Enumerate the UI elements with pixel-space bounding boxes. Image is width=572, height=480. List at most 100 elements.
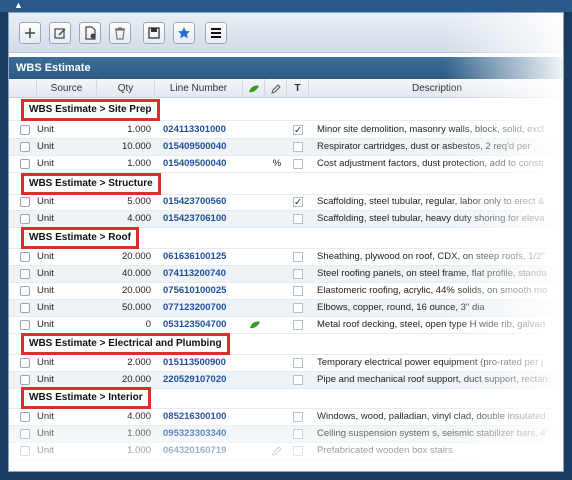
row-select-checkbox[interactable] [20,214,30,224]
line-number-cell[interactable]: 015423700560 [163,194,253,210]
star-icon [178,27,190,39]
t-checkbox[interactable] [293,412,303,422]
t-checkbox[interactable] [293,159,303,169]
table-row[interactable]: Unit 50.000 077123200700 Elbows, copper, ro… [9,300,563,317]
row-select-checkbox[interactable] [20,125,30,135]
line-number-cell[interactable]: 015423706100 [163,211,253,227]
row-select-checkbox[interactable] [20,303,30,313]
group-header[interactable]: WBS Estimate > Structure [21,173,161,195]
add-button[interactable] [19,22,41,44]
description-cell: Minor site demolition, masonry walls, bl… [317,124,545,135]
line-number-cell[interactable]: 064320160719 [163,443,253,459]
line-number-cell[interactable]: 085216300100 [163,409,253,425]
table-row[interactable]: Unit 1.000 064320160719 Prefabricated woode… [9,443,563,460]
favorite-button[interactable] [173,22,195,44]
line-number-cell[interactable]: 220529107020 [163,372,253,388]
row-select-checkbox[interactable] [20,197,30,207]
group-header[interactable]: WBS Estimate > Site Prep [21,99,160,121]
table-row[interactable]: Unit 20.000 075610100025 Elastomeric roofin… [9,283,563,300]
panel-title: WBS Estimate [9,57,563,79]
t-checkbox[interactable] [293,358,303,368]
group-header[interactable]: WBS Estimate > Interior [21,387,151,409]
row-select-checkbox[interactable] [20,446,30,456]
table-row[interactable]: Unit 1.000 095323303340 Ceiling suspension … [9,426,563,443]
description-cell: Windows, wood, palladian, vinyl clad, do… [317,411,546,422]
description-cell: Elbows, copper, round, 16 ounce, 3" dia [317,302,485,313]
source-cell: Unit [37,196,54,207]
description-cell: Ceiling suspension system s, seismic sta… [317,428,548,439]
line-number-cell[interactable]: 077123200700 [163,300,253,316]
edit-button[interactable] [49,22,71,44]
header-qty[interactable]: Qty [97,79,155,98]
table-row[interactable]: Unit 20.000 061636100125 Sheathing, plywood… [9,249,563,266]
header-t[interactable]: T [287,79,309,98]
line-number-cell[interactable]: 024113301000 [163,122,253,138]
row-select-checkbox[interactable] [20,412,30,422]
t-checkbox[interactable] [293,269,303,279]
table-row[interactable]: Unit 2.000 015113500900 Temporary electrica… [9,355,563,372]
group-header[interactable]: WBS Estimate > Roof [21,227,139,249]
row-select-checkbox[interactable] [20,252,30,262]
collapse-caret-icon[interactable]: ▲ [14,0,23,10]
t-checkbox[interactable]: ✓ [293,197,303,207]
source-cell: Unit [37,285,54,296]
header-green-icon[interactable] [243,79,265,98]
table-row[interactable]: Unit 4.000 015423706100 Scaffolding, steel … [9,211,563,228]
table-row[interactable]: Unit 10.000 015409500040 Respirator cartrid… [9,139,563,156]
qty-cell: 20.000 [121,374,151,385]
line-number-cell[interactable]: 074113200740 [163,266,253,282]
description-cell: Cost adjustment factors, dust protection… [317,158,545,169]
qty-cell: 1.000 [127,445,151,456]
table-row[interactable]: Unit 40.000 074113200740 Steel roofing pane… [9,266,563,283]
row-select-checkbox[interactable] [20,269,30,279]
group-header[interactable]: WBS Estimate > Electrical and Plumbing [21,333,230,355]
t-checkbox[interactable] [293,429,303,439]
row-select-checkbox[interactable] [20,286,30,296]
t-checkbox[interactable] [293,303,303,313]
qty-cell: 40.000 [121,268,151,279]
delete-button[interactable] [109,22,131,44]
row-select-checkbox[interactable] [20,159,30,169]
row-select-checkbox[interactable] [20,358,30,368]
pencil-icon[interactable] [267,443,287,459]
header-pencil-icon[interactable] [265,79,287,98]
description-cell: Elastomeric roofing, acrylic, 44% solids… [317,285,548,296]
source-cell: Unit [37,213,54,224]
header-source[interactable]: Source [37,79,97,98]
table-row[interactable]: Unit 5.000 015423700560 ✓ Scaffolding, steel… [9,194,563,211]
line-number-cell[interactable]: 053123504700 [163,317,253,333]
row-select-checkbox[interactable] [20,375,30,385]
description-cell: Prefabricated wooden box stairs [317,445,453,456]
source-cell: Unit [37,428,54,439]
qty-cell: 50.000 [121,302,151,313]
top-bar: ▲ [0,0,572,12]
t-checkbox[interactable] [293,142,303,152]
t-checkbox[interactable] [293,375,303,385]
t-checkbox[interactable] [293,446,303,456]
qty-cell: 5.000 [127,196,151,207]
t-checkbox[interactable] [293,252,303,262]
row-select-checkbox[interactable] [20,320,30,330]
line-number-cell[interactable]: 015409500040 [163,139,253,155]
row-select-checkbox[interactable] [20,142,30,152]
copy-document-button[interactable] [79,22,101,44]
t-checkbox[interactable]: ✓ [293,125,303,135]
t-checkbox[interactable] [293,320,303,330]
line-number-cell[interactable]: 015113500900 [163,355,253,371]
line-number-cell[interactable]: 061636100125 [163,249,253,265]
table-row[interactable]: Unit 1.000 024113301000 ✓ Minor site demolit… [9,122,563,139]
table-row[interactable]: Unit 1.000 015409500040% Cost adjustment fa… [9,156,563,173]
t-checkbox[interactable] [293,214,303,224]
header-line-number[interactable]: Line Number [155,79,243,98]
save-button[interactable] [143,22,165,44]
table-row[interactable]: Unit 0 053123504700 Metal roof decking, ste… [9,317,563,334]
line-number-cell[interactable]: 095323303340 [163,426,253,442]
line-number-cell[interactable]: 075610100025 [163,283,253,299]
t-checkbox[interactable] [293,286,303,296]
qty-cell: 1.000 [127,124,151,135]
header-description[interactable]: Description [309,79,563,98]
table-row[interactable]: Unit 4.000 085216300100 Windows, wood, pall… [9,409,563,426]
line-number-cell[interactable]: 015409500040 [163,156,253,172]
row-select-checkbox[interactable] [20,429,30,439]
menu-button[interactable] [205,22,227,44]
